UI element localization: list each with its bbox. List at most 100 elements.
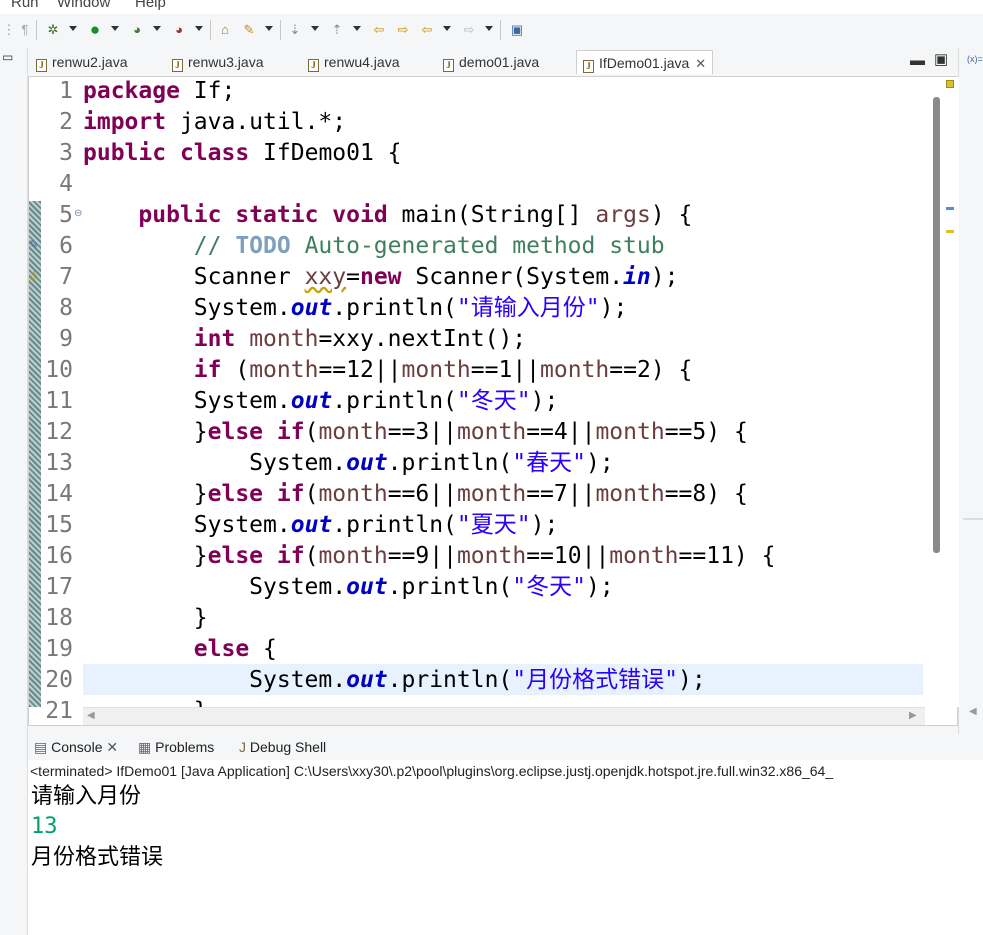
restore-icon[interactable]: ▭ xyxy=(2,50,13,64)
code-field: out xyxy=(290,512,333,538)
warning-overview-mark[interactable] xyxy=(946,230,954,233)
menu-window[interactable]: Window xyxy=(57,0,110,11)
code-line[interactable]: System.out.println("月份格式错误"); xyxy=(83,665,706,696)
code-variable: month xyxy=(401,357,471,383)
code-text: System. xyxy=(193,295,291,321)
code-text: ==3|| xyxy=(387,419,457,445)
debug-dropdown-icon[interactable] xyxy=(69,26,77,31)
code-line[interactable]: public class IfDemo01 { xyxy=(83,138,402,169)
external-tools-dropdown-icon[interactable] xyxy=(195,26,203,31)
code-text: ==1|| xyxy=(470,357,541,383)
code-text: Scanner xyxy=(193,264,305,290)
run-dropdown-icon[interactable] xyxy=(111,26,119,31)
tab-renwu3[interactable]: Jrenwu3.java xyxy=(172,50,264,74)
code-line[interactable]: }else if(month==9||month==10||month==11)… xyxy=(83,541,776,572)
back-icon[interactable]: ⇦ xyxy=(418,21,436,39)
code-line[interactable]: public static void main(String[] args) { xyxy=(83,200,692,231)
tab-label: renwu4.java xyxy=(324,54,400,70)
code-keyword: if xyxy=(276,419,305,445)
next-annotation-dropdown-icon[interactable] xyxy=(311,26,319,31)
line-number: 4 xyxy=(59,171,73,197)
code-text: ) { xyxy=(650,202,693,228)
code-line[interactable]: System.out.println("请输入月份"); xyxy=(83,293,628,324)
external-tools-icon[interactable]: ◕ xyxy=(170,21,188,39)
tab-problems[interactable]: ▦ Problems xyxy=(138,736,214,758)
minimize-icon[interactable]: ▬ xyxy=(910,52,925,69)
fold-icon[interactable]: ⊖ xyxy=(74,208,82,219)
code-comment: // xyxy=(193,233,236,259)
menu-run[interactable]: Run xyxy=(11,0,39,11)
eclipse-window: Run Window Help ⋮ ¶ ✲ ● ◕ ◕ ⌂ ✎ ⇣ ⇡ ⇦ ⇨ … xyxy=(0,0,983,935)
maximize-icon[interactable]: ▣ xyxy=(934,50,948,68)
close-icon[interactable]: ✕ xyxy=(106,739,118,755)
next-annotation-icon[interactable]: ⇣ xyxy=(286,21,304,39)
code-text: ==5) { xyxy=(664,419,748,445)
tab-console[interactable]: ▤ Console ✕ xyxy=(34,736,118,758)
console-status: <terminated> IfDemo01 [Java Application]… xyxy=(28,760,983,782)
forward-icon[interactable]: ⇨ xyxy=(460,21,478,39)
code-variable: month xyxy=(540,357,610,383)
run-icon[interactable]: ● xyxy=(86,21,104,39)
last-edit-icon[interactable]: ⇦ xyxy=(370,21,388,39)
tab-ifdemo01[interactable]: J IfDemo01.java ✕ xyxy=(576,50,714,74)
prev-annotation-dropdown-icon[interactable] xyxy=(353,26,361,31)
code-line[interactable]: } xyxy=(83,696,208,707)
code-area[interactable]: package If; import java.util.*; public cla… xyxy=(83,77,923,707)
code-line[interactable]: else { xyxy=(83,634,277,665)
line-number: 5 xyxy=(59,202,73,228)
code-line[interactable]: package If; xyxy=(83,77,235,107)
horizontal-scrollbar[interactable]: ◀ ▶ xyxy=(83,707,925,725)
back-dropdown-icon[interactable] xyxy=(443,26,451,31)
tab-debug-shell[interactable]: J Debug Shell xyxy=(239,736,326,758)
search-dropdown-icon[interactable] xyxy=(265,26,273,31)
code-line[interactable]: if (month==12||month==1||month==2) { xyxy=(83,355,693,386)
code-line[interactable]: System.out.println("冬天"); xyxy=(83,386,559,417)
task-overview-mark[interactable] xyxy=(946,207,954,210)
warning-summary-icon[interactable] xyxy=(946,80,954,88)
code-line[interactable]: Scanner xxy=new Scanner(System.in); xyxy=(83,262,679,293)
forward-dropdown-icon[interactable] xyxy=(485,26,493,31)
code-line[interactable]: System.out.println("春天"); xyxy=(83,448,614,479)
code-text: ( xyxy=(221,357,250,383)
task-marker-icon[interactable]: ✎ xyxy=(29,238,38,251)
open-type-icon[interactable]: ⌂ xyxy=(216,21,234,39)
vertical-scrollbar-thumb[interactable] xyxy=(933,97,940,553)
debug-icon[interactable]: ✲ xyxy=(44,21,62,39)
scroll-right-icon[interactable]: ▶ xyxy=(909,710,917,721)
console-output[interactable]: 请输入月份 13 月份格式错误 xyxy=(28,782,983,935)
tab-renwu4[interactable]: Jrenwu4.java xyxy=(308,50,400,74)
code-line[interactable]: // TODO Auto-generated method stub xyxy=(83,231,665,262)
variables-view-label[interactable]: (x)= xyxy=(967,54,983,64)
code-line[interactable]: System.out.println("夏天"); xyxy=(83,510,559,541)
run-coverage-icon[interactable]: ◕ xyxy=(128,21,146,39)
code-string: "冬天" xyxy=(456,388,531,414)
next-edit-icon[interactable]: ⇨ xyxy=(394,21,412,39)
code-line[interactable]: } xyxy=(83,603,208,634)
coverage-dropdown-icon[interactable] xyxy=(153,26,161,31)
code-line[interactable]: int month=xxy.nextInt(); xyxy=(83,324,526,355)
code-editor[interactable]: ✎ ⚠ 1 2 3 4 5 ⊖ 6 7 8 9 10 11 12 13 14 15 16 17 18 19 20 21 p… xyxy=(28,76,959,726)
scroll-left-icon[interactable]: ◀ xyxy=(87,710,95,721)
code-line[interactable]: }else if(month==6||month==7||month==8) { xyxy=(83,479,748,510)
code-line[interactable]: System.out.println("冬天"); xyxy=(83,572,614,603)
menu-help[interactable]: Help xyxy=(135,0,166,11)
pin-editor-icon[interactable]: ▣ xyxy=(508,21,526,39)
line-number: 9 xyxy=(59,326,73,352)
warning-marker-icon[interactable]: ⚠ xyxy=(29,269,39,282)
code-line[interactable]: }else if(month==3||month==4||month==5) { xyxy=(83,417,748,448)
search-icon[interactable]: ✎ xyxy=(240,21,258,39)
tab-renwu2[interactable]: Jrenwu2.java xyxy=(36,50,128,74)
show-whitespace-icon[interactable]: ¶ xyxy=(16,21,34,39)
scroll-left-icon[interactable]: ◀ xyxy=(969,706,977,717)
panel-divider xyxy=(963,518,983,520)
code-field: out xyxy=(346,450,388,476)
code-line[interactable]: import java.util.*; xyxy=(83,107,346,138)
code-keyword: int xyxy=(193,326,236,352)
code-string: "月份格式错误" xyxy=(512,667,678,693)
close-icon[interactable]: ✕ xyxy=(695,56,706,71)
prev-annotation-icon[interactable]: ⇡ xyxy=(328,21,346,39)
tab-demo01[interactable]: Jdemo01.java xyxy=(443,50,539,74)
